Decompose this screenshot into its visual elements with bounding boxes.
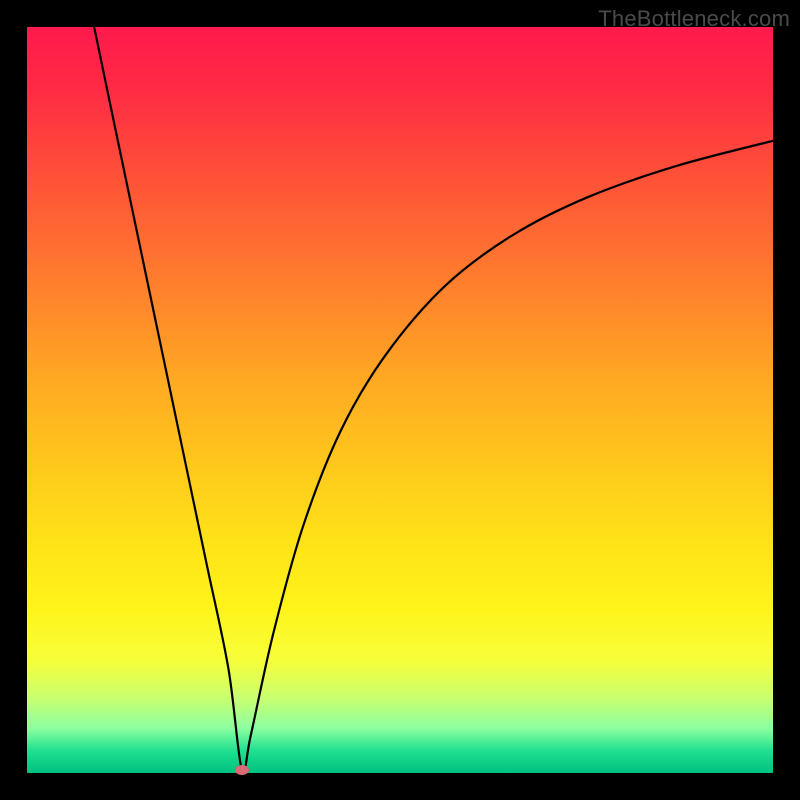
- watermark-text: TheBottleneck.com: [598, 6, 790, 32]
- bottleneck-curve: [27, 27, 773, 773]
- plot-area: [27, 27, 773, 773]
- optimal-point-marker: [235, 765, 249, 775]
- chart-frame: TheBottleneck.com: [0, 0, 800, 800]
